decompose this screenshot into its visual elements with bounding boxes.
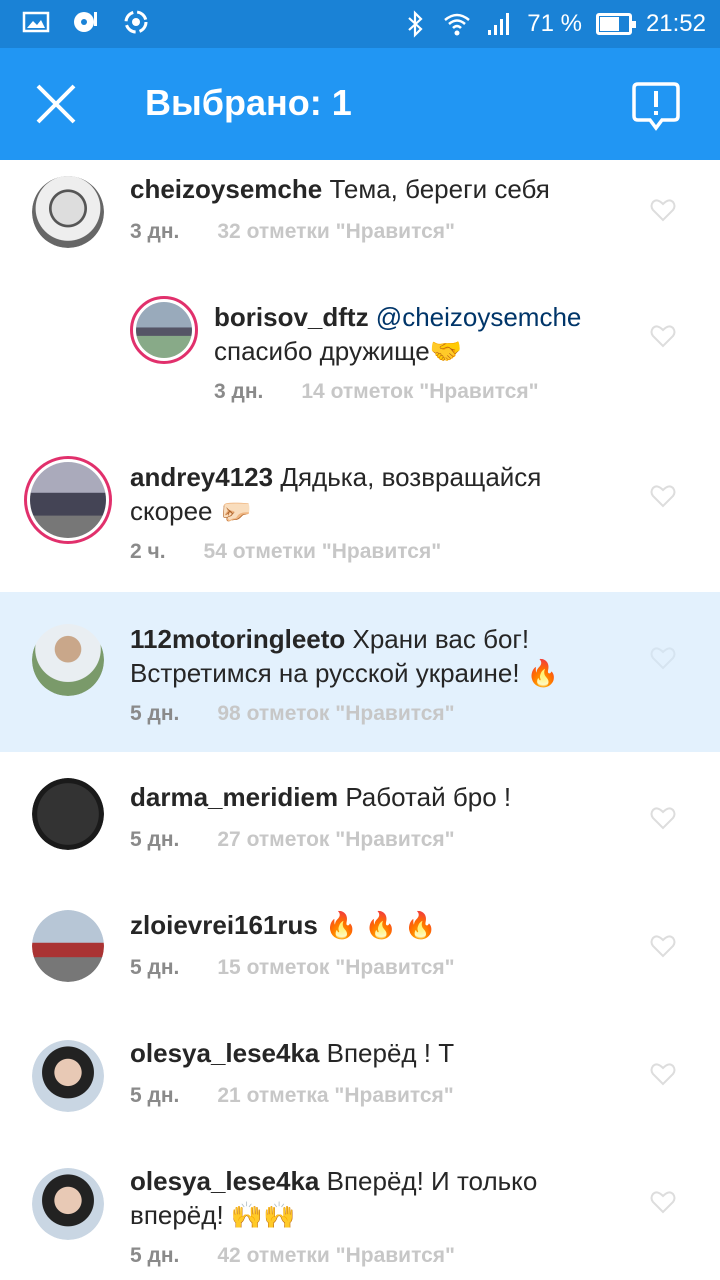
like-count[interactable]: 14 отметок "Нравится" (301, 380, 538, 403)
comment-text: Вперёд ! Т (319, 1038, 455, 1068)
like-count[interactable]: 42 отметки "Нравится" (217, 1244, 455, 1267)
like-count[interactable]: 15 отметок "Нравится" (217, 956, 454, 979)
like-count[interactable]: 21 отметка "Нравится" (217, 1084, 453, 1107)
comment-time: 5 дн. (130, 828, 180, 851)
heart-icon[interactable] (650, 806, 676, 830)
comment-row[interactable]: darma_meridiem Работай бро ! 5 дн. 27 отм… (0, 752, 720, 880)
close-icon (36, 84, 76, 124)
avatar[interactable] (32, 1168, 104, 1240)
comment-row[interactable]: olesya_lese4ka Вперёд! И только вперёд! … (0, 1136, 720, 1280)
notification-icons (22, 8, 150, 36)
comment-text: спасибо дружище🤝 (214, 336, 463, 366)
image-icon (22, 11, 50, 33)
comment-username[interactable]: borisov_dftz (214, 302, 369, 332)
like-count[interactable]: 32 отметки "Нравится" (217, 220, 455, 243)
comment-time: 3 дн. (214, 380, 264, 403)
status-bar: 71 % 21:52 (0, 0, 720, 48)
bluetooth-icon (408, 10, 423, 38)
comment-time: 5 дн. (130, 1084, 180, 1107)
comment-time: 5 дн. (130, 1244, 180, 1267)
comment-row[interactable]: olesya_lese4ka Вперёд ! Т 5 дн. 21 отметк… (0, 1008, 720, 1136)
comment-username[interactable]: olesya_lese4ka (130, 1166, 319, 1196)
comment-text-continued: скорее 🤛🏻 (130, 496, 253, 526)
avatar[interactable] (32, 778, 104, 850)
page-title: Выбрано: 1 (145, 82, 352, 123)
clock: 21:52 (645, 10, 706, 37)
avatar[interactable] (32, 910, 104, 982)
report-button[interactable] (622, 72, 690, 140)
comment-text: Тема, береги себя (322, 174, 550, 204)
like-count[interactable]: 98 отметок "Нравится" (217, 702, 454, 725)
heart-icon[interactable] (650, 198, 676, 222)
comment-row[interactable]: cheizoysemche Тема, береги себя 3 дн. 32 … (0, 160, 720, 270)
close-button[interactable] (22, 70, 90, 138)
comment-text: Дядька, возвращайся (273, 462, 542, 492)
heart-icon[interactable] (650, 484, 676, 508)
comment-text-continued: вперёд! 🙌🙌 (130, 1200, 296, 1230)
comment-username[interactable]: 112motoringleeto (130, 624, 345, 654)
heart-icon[interactable] (650, 934, 676, 958)
avatar[interactable] (32, 176, 104, 248)
comment-text: Храни вас бог! (345, 624, 530, 654)
avatar[interactable] (32, 624, 104, 696)
comment-text: Вперёд! И только (319, 1166, 538, 1196)
heart-icon[interactable] (650, 1062, 676, 1086)
comment-time: 3 дн. (130, 220, 180, 243)
comment-username[interactable]: olesya_lese4ka (130, 1038, 319, 1068)
wifi-icon (444, 13, 471, 36)
music-disc-icon (74, 12, 97, 32)
like-count[interactable]: 27 отметок "Нравится" (217, 828, 454, 851)
comment-row[interactable]: andrey4123 Дядька, возвращайся скорее 🤛🏻… (0, 430, 720, 592)
comment-time: 2 ч. (130, 540, 166, 563)
battery-percent: 71 % (527, 10, 582, 37)
comment-time: 5 дн. (130, 702, 180, 725)
heart-icon[interactable] (650, 324, 676, 348)
report-alert-icon (632, 82, 680, 131)
comment-username[interactable]: andrey4123 (130, 462, 273, 492)
heart-icon[interactable] (650, 1190, 676, 1214)
selection-toolbar: Выбрано: 1 (0, 48, 720, 160)
battery-icon (595, 13, 636, 35)
comment-text-continued: Встретимся на русской украине! 🔥 (130, 658, 560, 688)
signal-icon (488, 13, 510, 35)
mention-link[interactable]: @cheizoysemche (369, 302, 582, 332)
sync-app-icon (124, 10, 148, 34)
comment-row-selected[interactable]: 112motoringleeto Храни вас бог! Встретим… (0, 592, 720, 752)
comment-row[interactable]: zloievrei161rus 🔥 🔥 🔥 5 дн. 15 отметок "Н… (0, 880, 720, 1008)
status-indicators: 71 % 21:52 (401, 0, 706, 48)
comment-text: Работай бро ! (338, 782, 512, 812)
heart-icon[interactable] (650, 646, 676, 670)
comment-reply-row[interactable]: borisov_dftz @cheizoysemche спасибо друж… (0, 278, 720, 430)
avatar[interactable] (24, 456, 112, 544)
comment-username[interactable]: darma_meridiem (130, 782, 338, 812)
avatar[interactable] (32, 1040, 104, 1112)
comment-username[interactable]: cheizoysemche (130, 174, 322, 204)
comment-username[interactable]: zloievrei161rus (130, 910, 318, 940)
avatar[interactable] (130, 296, 198, 364)
like-count[interactable]: 54 отметки "Нравится" (204, 540, 442, 563)
comment-text: 🔥 🔥 🔥 (317, 910, 437, 940)
comment-time: 5 дн. (130, 956, 180, 979)
